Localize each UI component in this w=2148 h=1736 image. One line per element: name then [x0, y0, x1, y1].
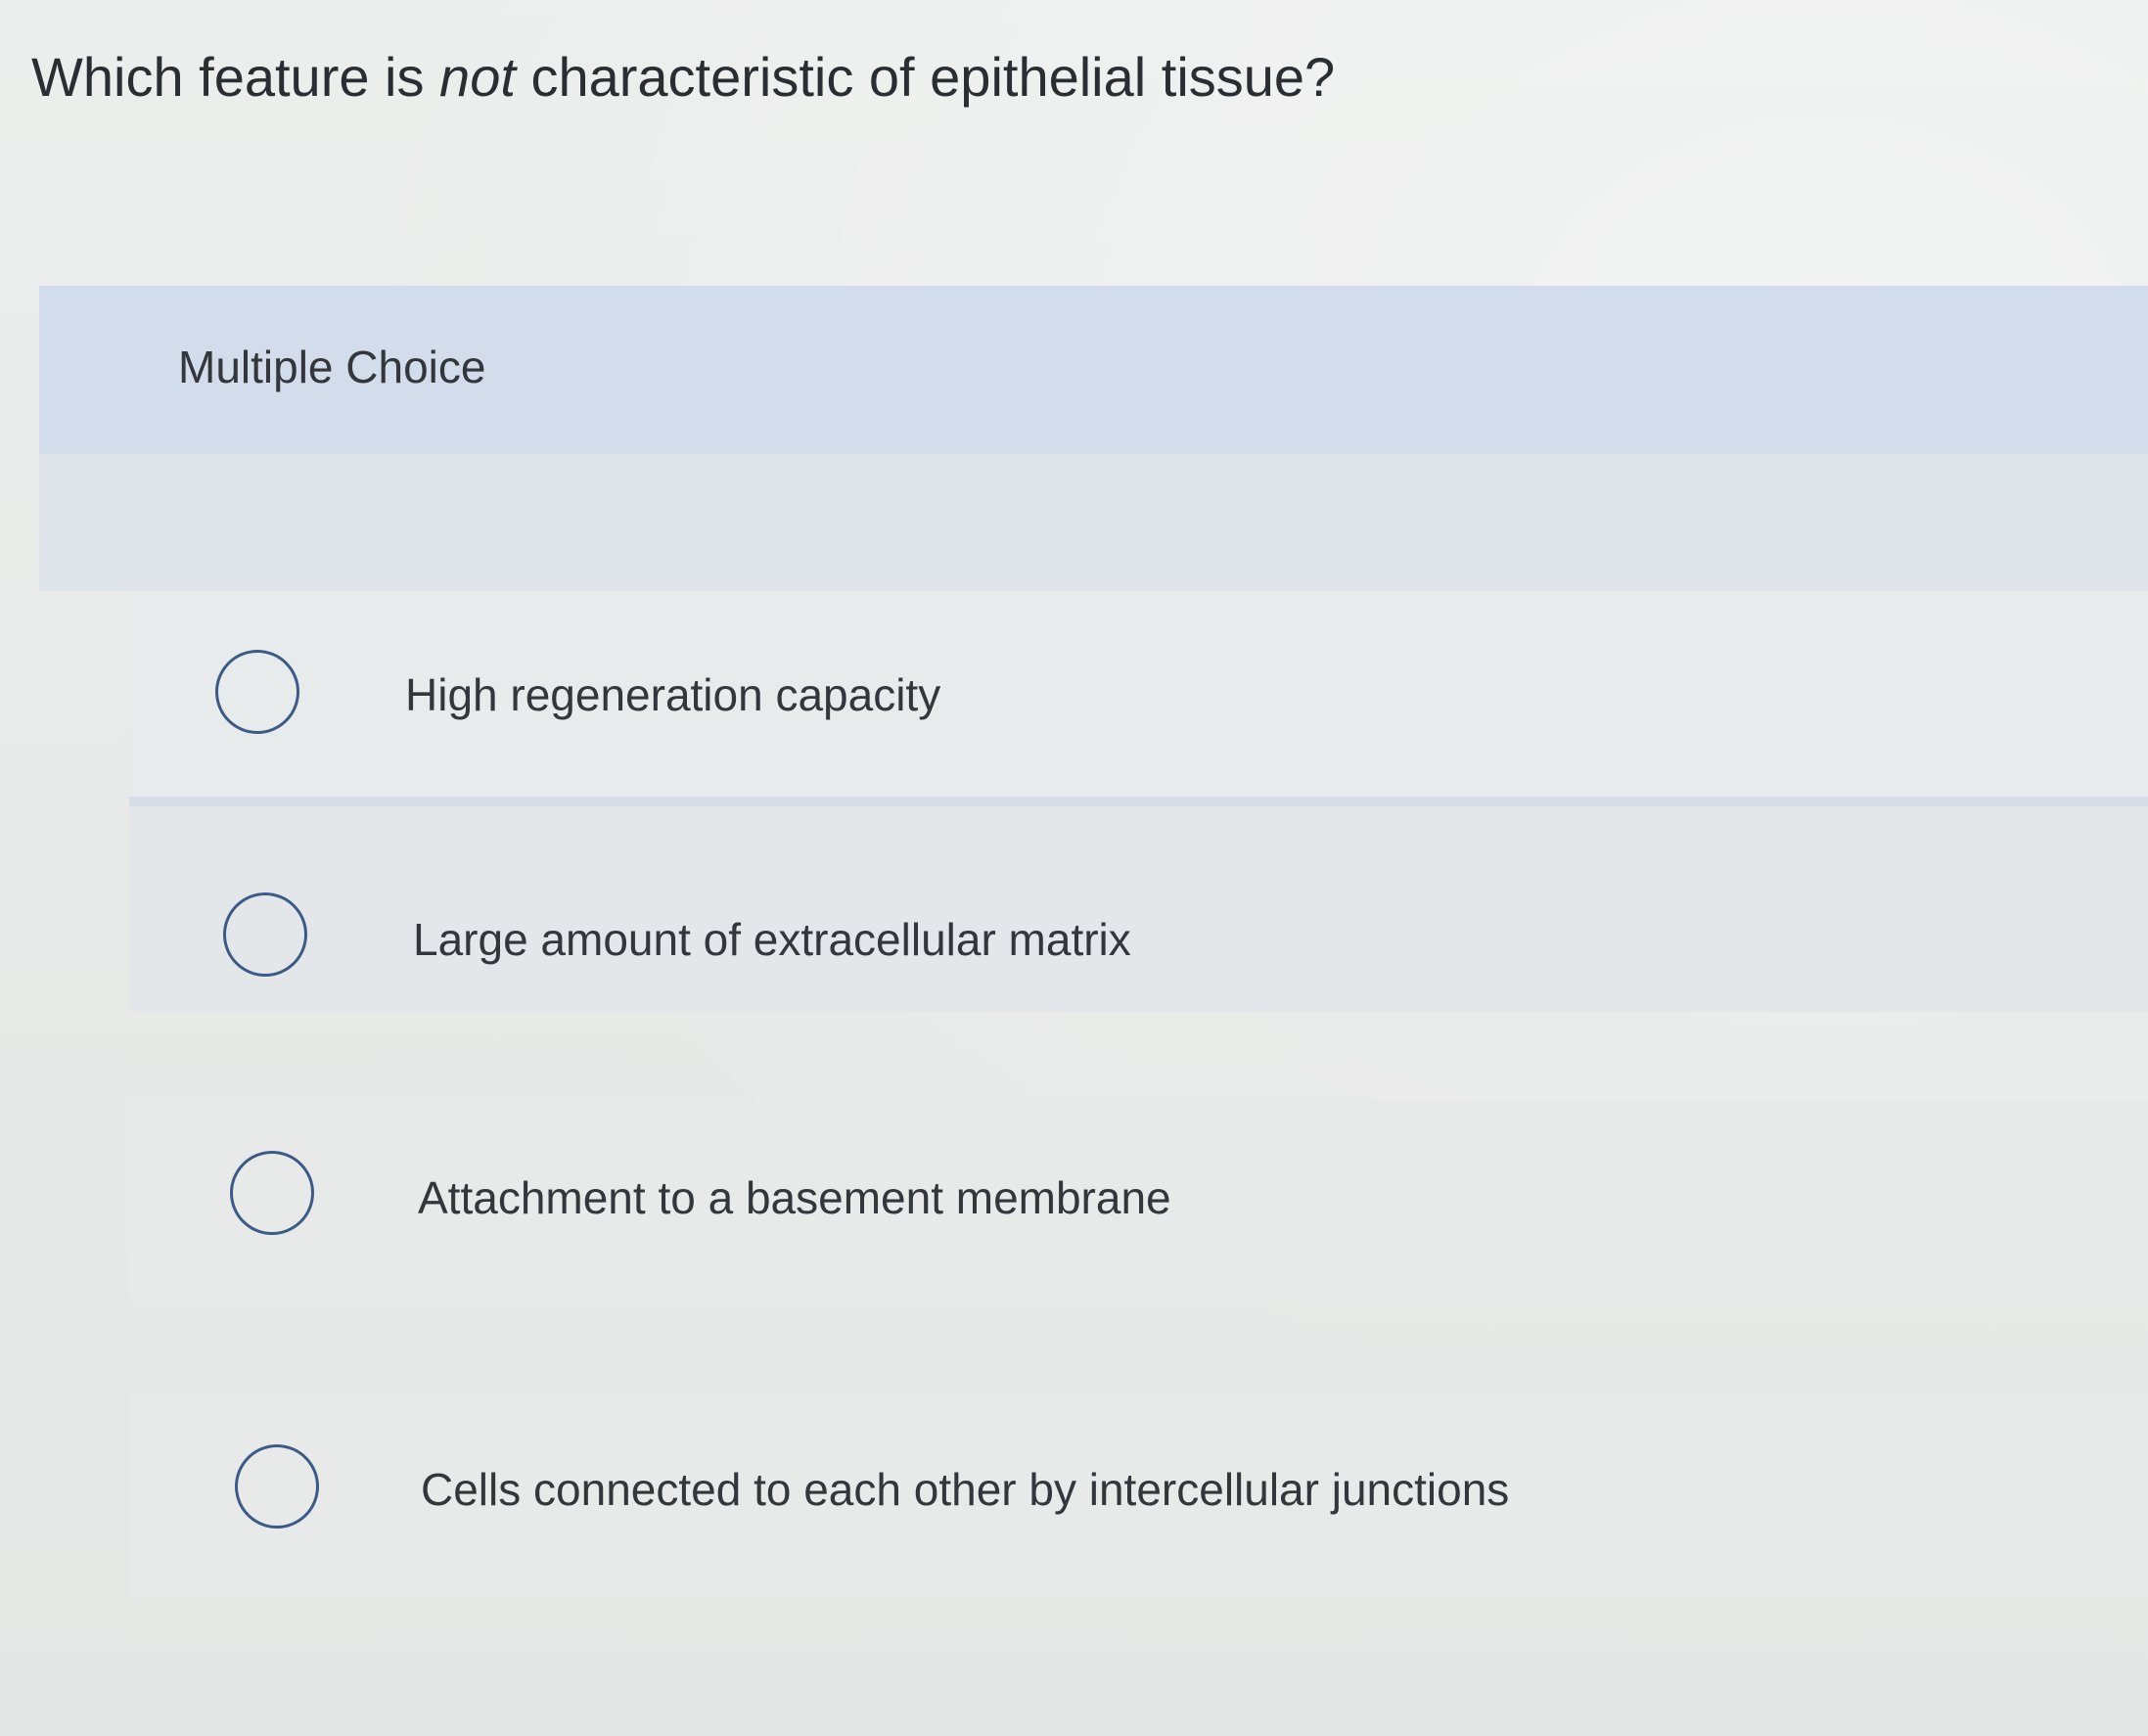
- radio-button-2[interactable]: [223, 892, 307, 977]
- choice-label-3[interactable]: Attachment to a basement membrane: [418, 1170, 1171, 1225]
- question-text-end: characteristic of epithelial tissue?: [515, 46, 1336, 108]
- multiple-choice-spacer: [39, 454, 2148, 591]
- choice-option-3[interactable]: Attachment to a basement membrane: [129, 1100, 2148, 1305]
- radio-button-3[interactable]: [230, 1151, 314, 1235]
- choice-option-1[interactable]: High regeneration capacity: [129, 591, 2148, 797]
- question-text-start: Which feature is: [31, 46, 440, 108]
- multiple-choice-header: Multiple Choice: [39, 286, 2148, 454]
- choice-label-4[interactable]: Cells connected to each other by interce…: [421, 1462, 1509, 1517]
- choice-label-1[interactable]: High regeneration capacity: [405, 667, 940, 722]
- radio-button-1[interactable]: [215, 650, 299, 734]
- quiz-page: Which feature is not characteristic of e…: [0, 0, 2148, 1736]
- section-label: Multiple Choice: [178, 342, 486, 392]
- choice-label-2[interactable]: Large amount of extracellular matrix: [413, 912, 1131, 967]
- choice-option-4[interactable]: Cells connected to each other by interce…: [129, 1393, 2148, 1599]
- choice-option-2[interactable]: Large amount of extracellular matrix: [129, 806, 2148, 1012]
- question-emphasis: not: [439, 46, 516, 108]
- question-text: Which feature is not characteristic of e…: [31, 43, 1335, 112]
- radio-button-4[interactable]: [235, 1444, 319, 1529]
- choice-list: High regeneration capacity Large amount …: [129, 591, 2148, 1736]
